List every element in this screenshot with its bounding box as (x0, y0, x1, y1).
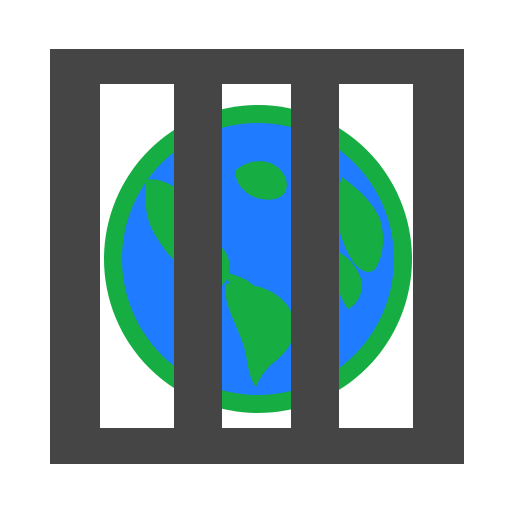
cage-bar-2 (291, 84, 339, 428)
frame-left-bar (50, 49, 100, 464)
frame-bottom-bar (50, 428, 464, 464)
cage-bar-1 (174, 84, 222, 428)
frame-top-bar (50, 49, 464, 84)
globe-behind-bars-icon (0, 0, 512, 512)
earth-icon (104, 105, 412, 413)
frame-right-bar (413, 49, 464, 464)
app-icon (0, 0, 512, 512)
